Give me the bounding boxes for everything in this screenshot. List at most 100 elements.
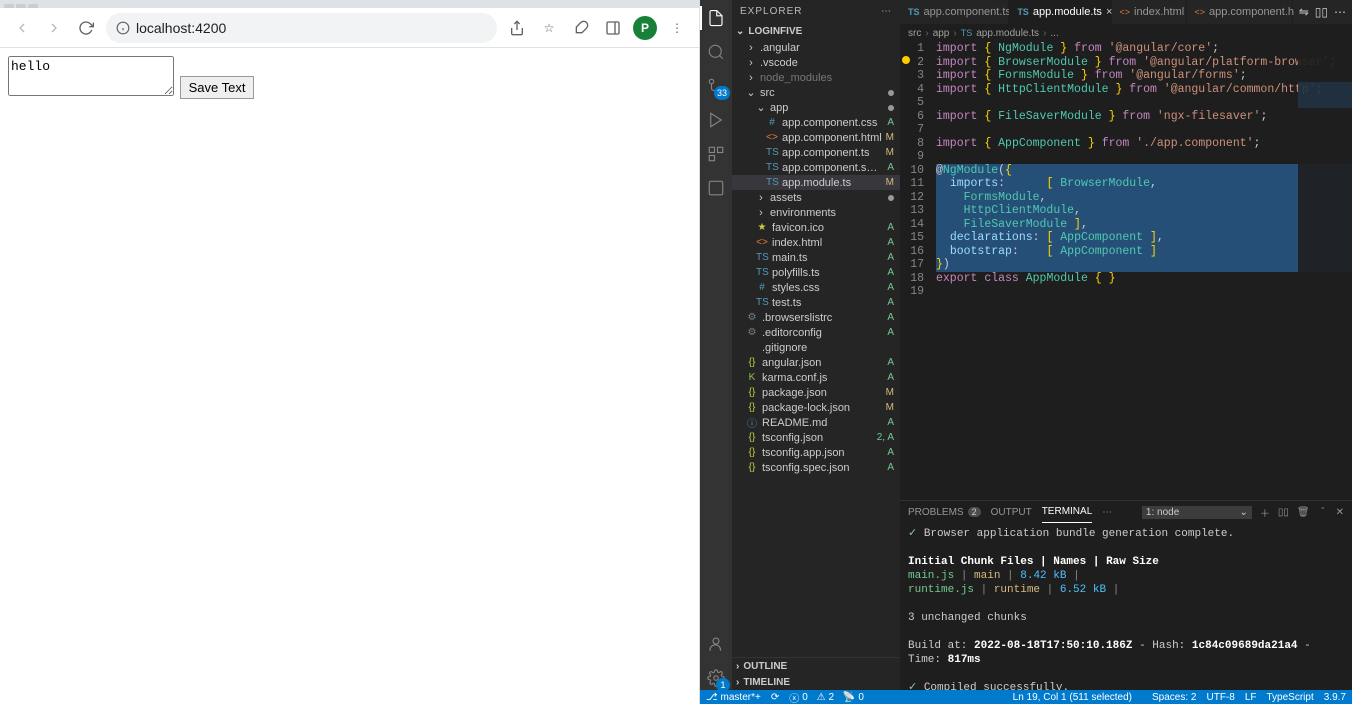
search-activity-icon[interactable] [704, 40, 728, 64]
file-row[interactable]: ⚙.editorconfigA [732, 325, 900, 340]
code-line[interactable]: FormsModule, [936, 191, 1352, 205]
file-row[interactable]: {}tsconfig.spec.jsonA [732, 460, 900, 475]
spaces-status[interactable]: Spaces: 2 [1152, 692, 1196, 703]
compare-icon[interactable]: ⇋ [1299, 5, 1309, 19]
editor-tab[interactable]: <>app.component.h [1187, 0, 1293, 24]
code-line[interactable]: import { FormsModule } from '@angular/fo… [936, 69, 1352, 83]
file-row[interactable]: .gitignore [732, 340, 900, 355]
file-row[interactable]: {}tsconfig.json2, A [732, 430, 900, 445]
save-text-button[interactable]: Save Text [180, 76, 255, 99]
split-editor-icon[interactable]: ▯▯ [1315, 5, 1328, 19]
scm-activity-icon[interactable]: 33 [704, 74, 728, 98]
code-line[interactable]: import { FileSaverModule } from 'ngx-fil… [936, 110, 1352, 124]
encoding-status[interactable]: UTF-8 [1206, 692, 1234, 703]
problems-status[interactable]: ⓧ0 ⚠2 📡0 [789, 690, 864, 705]
code-line[interactable] [936, 285, 1352, 299]
settings-activity-icon[interactable]: 1 [704, 666, 728, 690]
terminal-tab[interactable]: TERMINAL [1042, 501, 1093, 523]
editor-tab[interactable]: TSapp.module.ts× [1009, 0, 1111, 24]
address-bar[interactable]: localhost:4200 [106, 13, 497, 43]
code-line[interactable] [936, 150, 1352, 164]
file-row[interactable]: <>app.component.htmlM [732, 130, 900, 145]
folder-row[interactable]: ›.vscode [732, 55, 900, 70]
code-line[interactable]: FileSaverModule ], [936, 218, 1352, 232]
explorer-activity-icon[interactable] [704, 6, 728, 30]
site-info-icon[interactable] [116, 21, 130, 35]
file-row[interactable]: {}angular.jsonA [732, 355, 900, 370]
explorer-more-icon[interactable]: ⋯ [881, 6, 892, 17]
terminal-output[interactable]: ✓ Browser application bundle generation … [900, 523, 1352, 690]
code-line[interactable]: }) [936, 258, 1352, 272]
folder-row[interactable]: ›assets [732, 190, 900, 205]
eol-status[interactable]: LF [1245, 692, 1257, 703]
terminal-shell-select[interactable]: 1: node ⌄ [1142, 506, 1252, 519]
timeline-section[interactable]: › TIMELINE [732, 674, 900, 690]
editor-tab[interactable]: <>index.html [1112, 0, 1187, 24]
code-line[interactable] [936, 96, 1352, 110]
folder-row[interactable]: ›.angular [732, 40, 900, 55]
file-row[interactable]: ★favicon.icoA [732, 220, 900, 235]
code-line[interactable]: import { HttpClientModule } from '@angul… [936, 83, 1352, 97]
code-line[interactable]: export class AppModule { } [936, 272, 1352, 286]
back-button[interactable] [10, 16, 34, 40]
breadcrumb-segment[interactable]: ... [1050, 28, 1058, 39]
file-row[interactable]: TSmain.tsA [732, 250, 900, 265]
code-line[interactable]: import { BrowserModule } from '@angular/… [936, 56, 1352, 70]
code-line[interactable]: import { NgModule } from '@angular/core'… [936, 42, 1352, 56]
forward-button[interactable] [42, 16, 66, 40]
code-line[interactable]: declarations: [ AppComponent ], [936, 231, 1352, 245]
code-line[interactable]: bootstrap: [ AppComponent ] [936, 245, 1352, 259]
code-line[interactable] [936, 123, 1352, 137]
file-row[interactable]: #styles.cssA [732, 280, 900, 295]
code-line[interactable]: @NgModule({ [936, 164, 1352, 178]
chrome-menu-icon[interactable]: ⋮ [665, 16, 689, 40]
ts-version-status[interactable]: 3.9.7 [1324, 692, 1346, 703]
breadcrumb[interactable]: src›app›TS app.module.ts›... [900, 24, 1352, 42]
file-row[interactable]: {}tsconfig.app.jsonA [732, 445, 900, 460]
code-line[interactable]: import { AppComponent } from './app.comp… [936, 137, 1352, 151]
file-row[interactable]: {}package-lock.jsonM [732, 400, 900, 415]
file-row[interactable]: Kkarma.conf.jsA [732, 370, 900, 385]
code-content[interactable]: import { NgModule } from '@angular/core'… [930, 42, 1352, 500]
text-input[interactable] [8, 56, 174, 96]
account-activity-icon[interactable] [704, 632, 728, 656]
new-terminal-icon[interactable]: ＋ [1260, 505, 1270, 520]
panel-chevron-icon[interactable]: ＾ [1318, 505, 1328, 520]
panel-more-icon[interactable]: ⋯ [1102, 507, 1112, 518]
share-icon[interactable] [505, 16, 529, 40]
extensions-icon[interactable] [569, 16, 593, 40]
problems-tab[interactable]: PROBLEMS 2 [908, 507, 981, 518]
close-panel-icon[interactable]: ✕ [1336, 507, 1344, 518]
outline-section[interactable]: › OUTLINE [732, 658, 900, 674]
file-row[interactable]: TSapp.component.tsM [732, 145, 900, 160]
folder-row[interactable]: ⌄app [732, 100, 900, 115]
folder-row[interactable]: ⌄src [732, 85, 900, 100]
project-root[interactable]: ⌄ LOGINFIVE [732, 22, 900, 40]
file-row[interactable]: ⓘREADME.mdA [732, 415, 900, 430]
output-tab[interactable]: OUTPUT [991, 507, 1032, 518]
reload-button[interactable] [74, 16, 98, 40]
file-row[interactable]: TSpolyfills.tsA [732, 265, 900, 280]
code-editor[interactable]: 12345678910111213141516171819 import { N… [900, 42, 1352, 500]
cursor-status[interactable]: Ln 19, Col 1 (511 selected) [1013, 692, 1132, 703]
file-row[interactable]: #app.component.cssA [732, 115, 900, 130]
folder-row[interactable]: ›node_modules [732, 70, 900, 85]
sidepanel-icon[interactable] [601, 16, 625, 40]
file-row[interactable]: TSapp.component.spec.tsA [732, 160, 900, 175]
breadcrumb-segment[interactable]: app [933, 28, 950, 39]
file-row[interactable]: TStest.tsA [732, 295, 900, 310]
profile-avatar[interactable]: P [633, 16, 657, 40]
debug-activity-icon[interactable] [704, 108, 728, 132]
remote-activity-icon[interactable] [704, 176, 728, 200]
breadcrumb-segment[interactable]: app.module.ts [976, 28, 1039, 39]
folder-row[interactable]: ›environments [732, 205, 900, 220]
more-actions-icon[interactable]: ⋯ [1334, 5, 1346, 19]
code-line[interactable]: imports: [ BrowserModule, [936, 177, 1352, 191]
minimap[interactable] [1298, 42, 1352, 500]
file-row[interactable]: ⚙.browserslistrcA [732, 310, 900, 325]
file-row[interactable]: TSapp.module.tsM [732, 175, 900, 190]
language-status[interactable]: TypeScript [1267, 692, 1314, 703]
extensions-activity-icon[interactable] [704, 142, 728, 166]
git-branch-status[interactable]: ⎇ master*+ [706, 692, 761, 703]
code-line[interactable]: HttpClientModule, [936, 204, 1352, 218]
